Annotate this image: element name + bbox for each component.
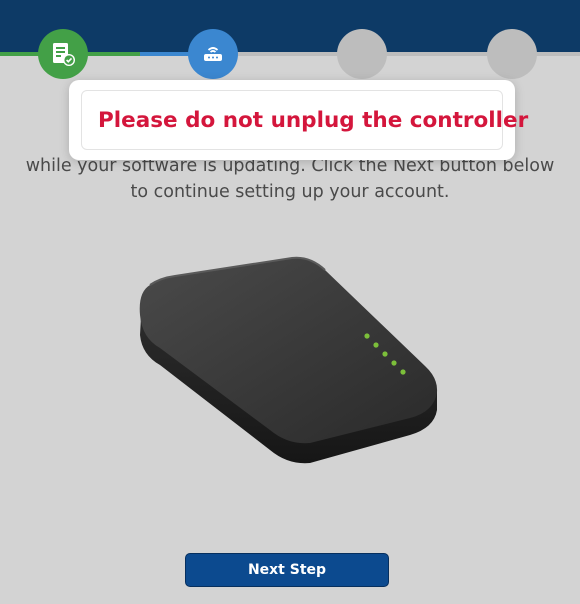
document-check-icon xyxy=(53,43,75,66)
step-3 xyxy=(337,29,387,79)
controller-device-image xyxy=(139,256,438,464)
warning-popup: Please do not unplug the controller xyxy=(69,80,528,160)
router-wifi-icon xyxy=(204,47,222,61)
step-controller-setup xyxy=(188,29,238,79)
status-led xyxy=(364,333,370,339)
warning-popup-inner: Please do not unplug the controller xyxy=(81,90,528,150)
device-top xyxy=(139,257,438,444)
status-led xyxy=(373,342,379,348)
status-led xyxy=(391,360,397,366)
warning-message: Please do not unplug the controller xyxy=(98,107,529,133)
instruction-line-2: to continue setting up your account. xyxy=(130,182,450,202)
status-led xyxy=(400,369,406,375)
step-4 xyxy=(487,29,537,79)
step-account-setup xyxy=(38,29,88,79)
status-led xyxy=(382,351,388,357)
next-step-button[interactable]: Next Step xyxy=(185,553,389,587)
